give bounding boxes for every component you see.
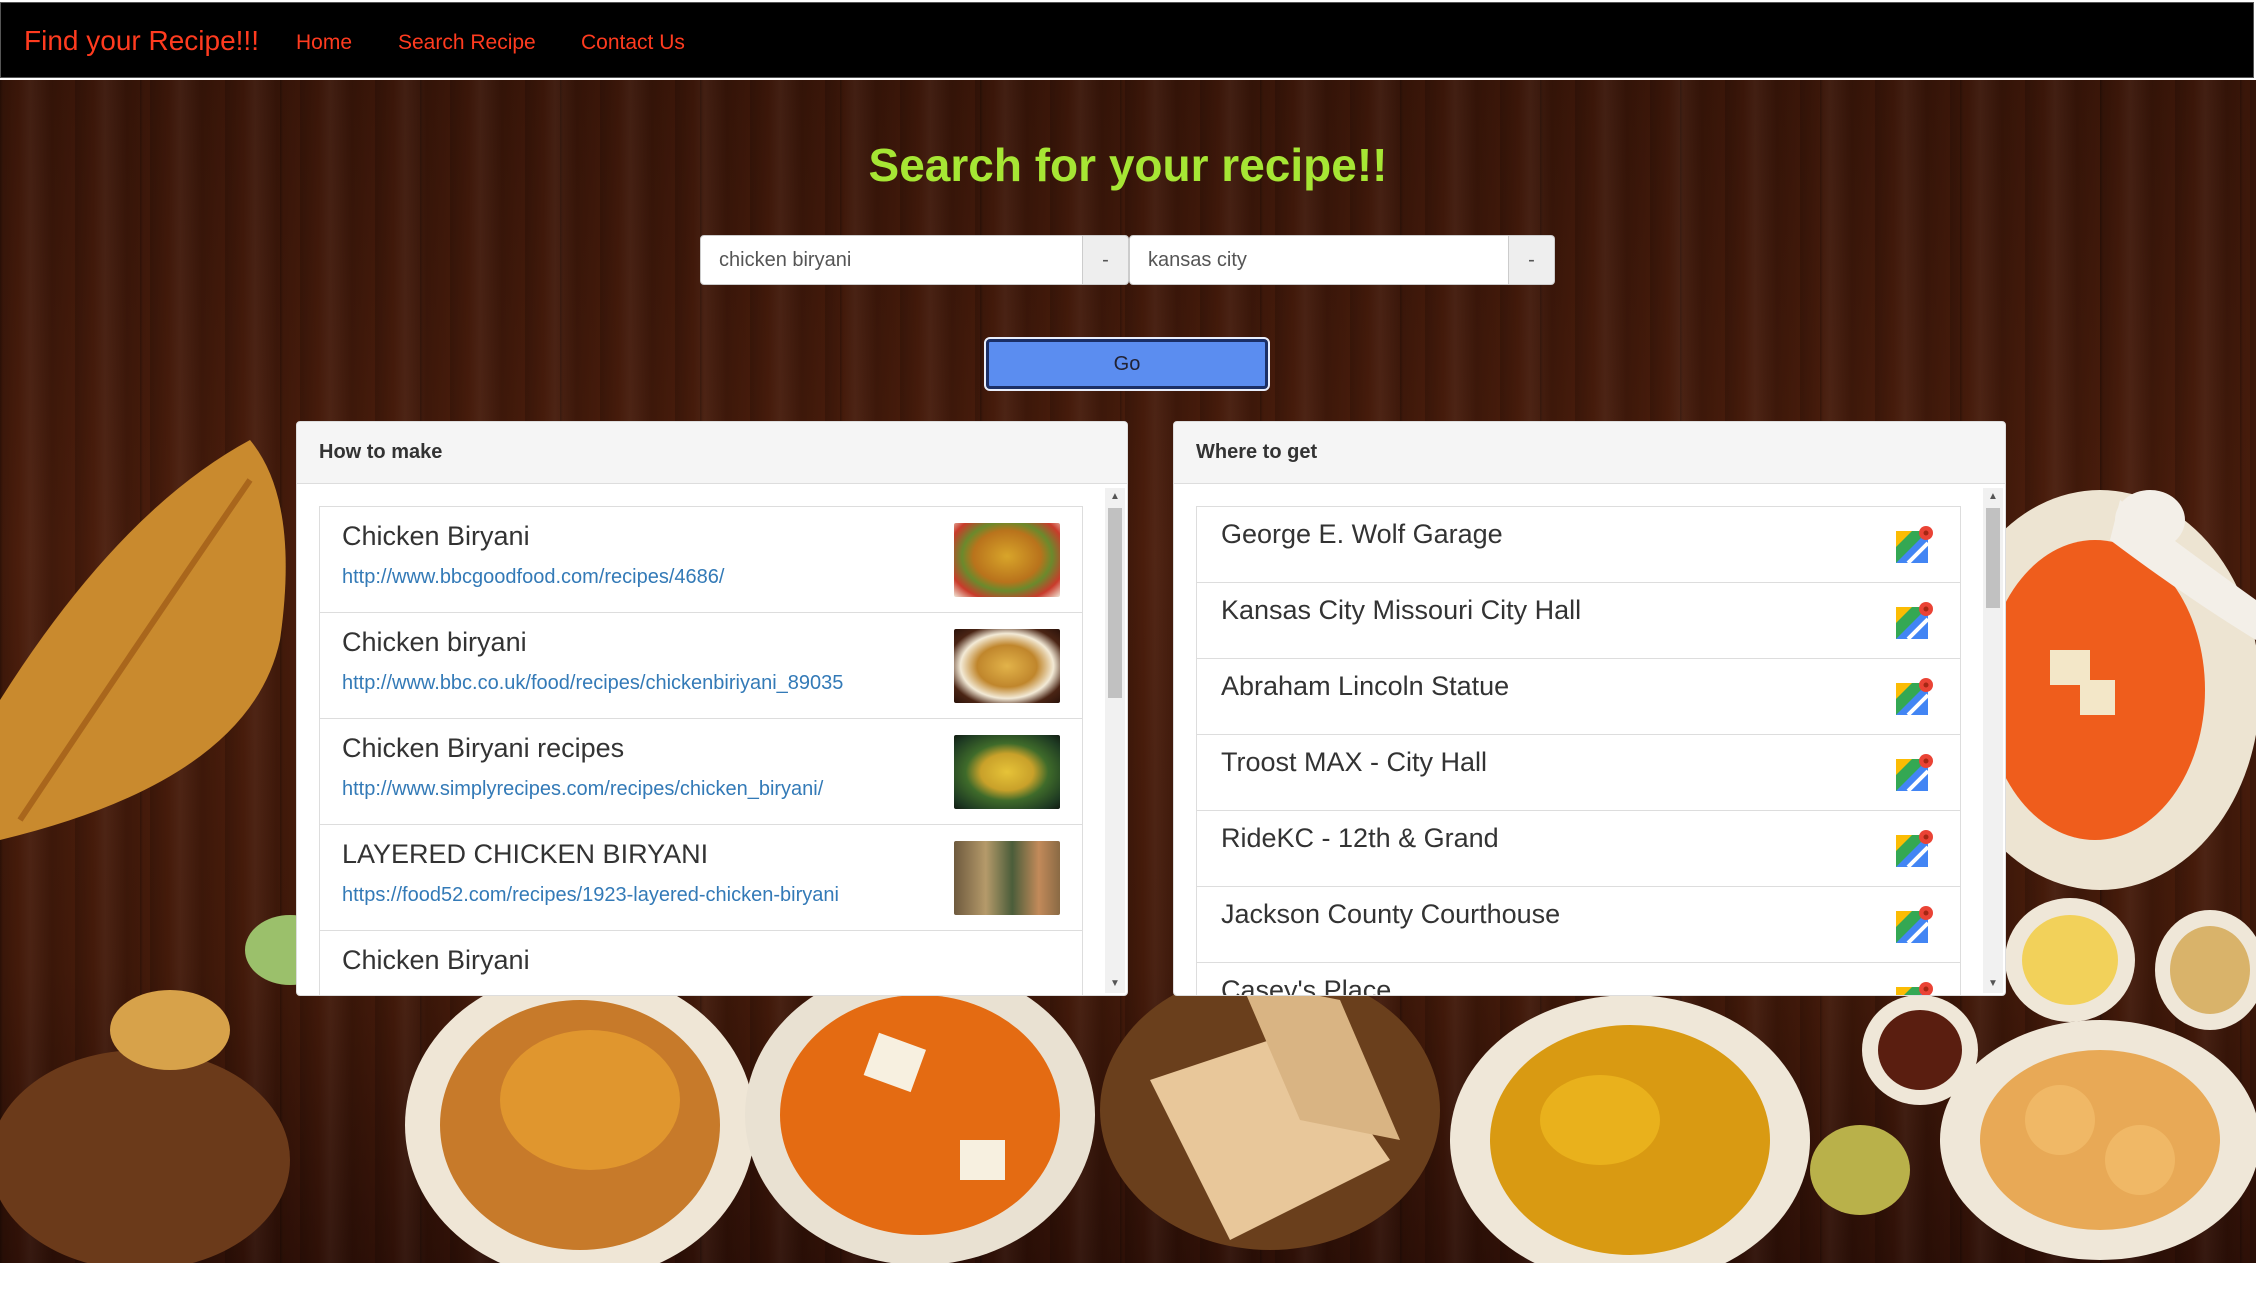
scroll-up-arrow-icon[interactable]: ▲ — [1983, 488, 2003, 506]
scroll-up-arrow-icon[interactable]: ▲ — [1105, 488, 1125, 506]
location-search-input[interactable]: kansas city — [1129, 235, 1509, 285]
places-list: George E. Wolf Garage Kansas City Missou… — [1196, 506, 1961, 995]
google-maps-icon[interactable] — [1894, 905, 1934, 945]
recipe-search-input[interactable]: chicken biryani — [700, 235, 1083, 285]
recipe-thumbnail — [954, 629, 1060, 703]
google-maps-icon[interactable] — [1894, 601, 1934, 641]
place-name: Casey's Place — [1221, 975, 1392, 995]
recipe-title: LAYERED CHICKEN BIRYANI — [342, 839, 709, 869]
recipe-list-item[interactable]: Chicken Biryani http://www.bbcgoodfood.c… — [319, 506, 1083, 613]
recipe-url-link[interactable]: http://www.simplyrecipes.com/recipes/chi… — [342, 778, 1060, 801]
recipe-url-link[interactable]: http://www.bbcgoodfood.com/recipes/4686/ — [342, 566, 1060, 589]
google-maps-icon[interactable] — [1894, 525, 1934, 565]
place-name: Kansas City Missouri City Hall — [1221, 595, 1582, 625]
place-name: Troost MAX - City Hall — [1221, 747, 1488, 777]
scrollbar-thumb[interactable] — [1108, 508, 1122, 698]
how-to-make-panel: How to make Chicken Biryani http://www.b… — [296, 421, 1128, 996]
google-maps-icon[interactable] — [1894, 981, 1934, 995]
place-name: George E. Wolf Garage — [1221, 519, 1503, 549]
place-list-item[interactable]: George E. Wolf Garage — [1196, 506, 1961, 583]
place-list-item[interactable]: Kansas City Missouri City Hall — [1196, 582, 1961, 659]
recipe-thumbnail — [954, 841, 1060, 915]
recipe-title: Chicken Biryani recipes — [342, 733, 625, 763]
recipe-list-item[interactable]: Chicken Biryani recipes http://www.simpl… — [319, 718, 1083, 825]
nav-home-link[interactable]: Home — [296, 31, 352, 55]
place-list-item[interactable]: RideKC - 12th & Grand — [1196, 810, 1961, 887]
place-list-item[interactable]: Abraham Lincoln Statue — [1196, 658, 1961, 735]
recipe-list: Chicken Biryani http://www.bbcgoodfood.c… — [319, 506, 1083, 995]
nav-search-recipe-link[interactable]: Search Recipe — [398, 31, 536, 55]
hero-background: Search for your recipe!! chicken biryani… — [0, 80, 2256, 1263]
recipe-thumbnail — [954, 523, 1060, 597]
google-maps-icon[interactable] — [1894, 829, 1934, 869]
recipe-title: Chicken Biryani — [342, 521, 530, 551]
how-to-make-heading: How to make — [297, 422, 1127, 484]
scroll-down-arrow-icon[interactable]: ▼ — [1105, 975, 1125, 993]
place-name: Abraham Lincoln Statue — [1221, 671, 1510, 701]
place-name: RideKC - 12th & Grand — [1221, 823, 1499, 853]
places-list-scrollbar[interactable]: ▲ ▼ — [1983, 488, 2003, 993]
recipe-title: Chicken biryani — [342, 627, 527, 657]
google-maps-icon[interactable] — [1894, 677, 1934, 717]
recipe-list-item[interactable]: LAYERED CHICKEN BIRYANI https://food52.c… — [319, 824, 1083, 931]
recipe-thumbnail — [954, 735, 1060, 809]
place-name: Jackson County Courthouse — [1221, 899, 1561, 929]
brand-logo-link[interactable]: Find your Recipe!!! — [24, 25, 259, 57]
place-list-item[interactable]: Casey's Place — [1196, 962, 1961, 995]
where-to-get-panel: Where to get George E. Wolf Garage Kansa… — [1173, 421, 2006, 996]
recipe-input-addon: - — [1083, 235, 1129, 285]
top-navbar: Find your Recipe!!! Home Search Recipe C… — [0, 2, 2254, 78]
place-list-item[interactable]: Troost MAX - City Hall — [1196, 734, 1961, 811]
recipe-url-link[interactable]: http://www.bbc.co.uk/food/recipes/chicke… — [342, 672, 1060, 695]
recipe-url-link[interactable]: https://food52.com/recipes/1923-layered-… — [342, 884, 1060, 907]
place-list-item[interactable]: Jackson County Courthouse — [1196, 886, 1961, 963]
recipe-list-item[interactable]: Chicken biryani http://www.bbc.co.uk/foo… — [319, 612, 1083, 719]
recipe-list-item[interactable]: Chicken Biryani — [319, 930, 1083, 995]
recipe-title: Chicken Biryani — [342, 945, 530, 975]
page-title: Search for your recipe!! — [868, 139, 1388, 191]
go-button[interactable]: Go — [984, 337, 1270, 391]
google-maps-icon[interactable] — [1894, 753, 1934, 793]
scrollbar-thumb[interactable] — [1986, 508, 2000, 608]
location-input-addon: - — [1509, 235, 1555, 285]
location-input-group: kansas city - — [1129, 235, 1555, 285]
recipe-list-scrollbar[interactable]: ▲ ▼ — [1105, 488, 1125, 993]
where-to-get-heading: Where to get — [1174, 422, 2005, 484]
recipe-input-group: chicken biryani - — [700, 235, 1129, 285]
scroll-down-arrow-icon[interactable]: ▼ — [1983, 975, 2003, 993]
nav-contact-us-link[interactable]: Contact Us — [581, 31, 685, 55]
